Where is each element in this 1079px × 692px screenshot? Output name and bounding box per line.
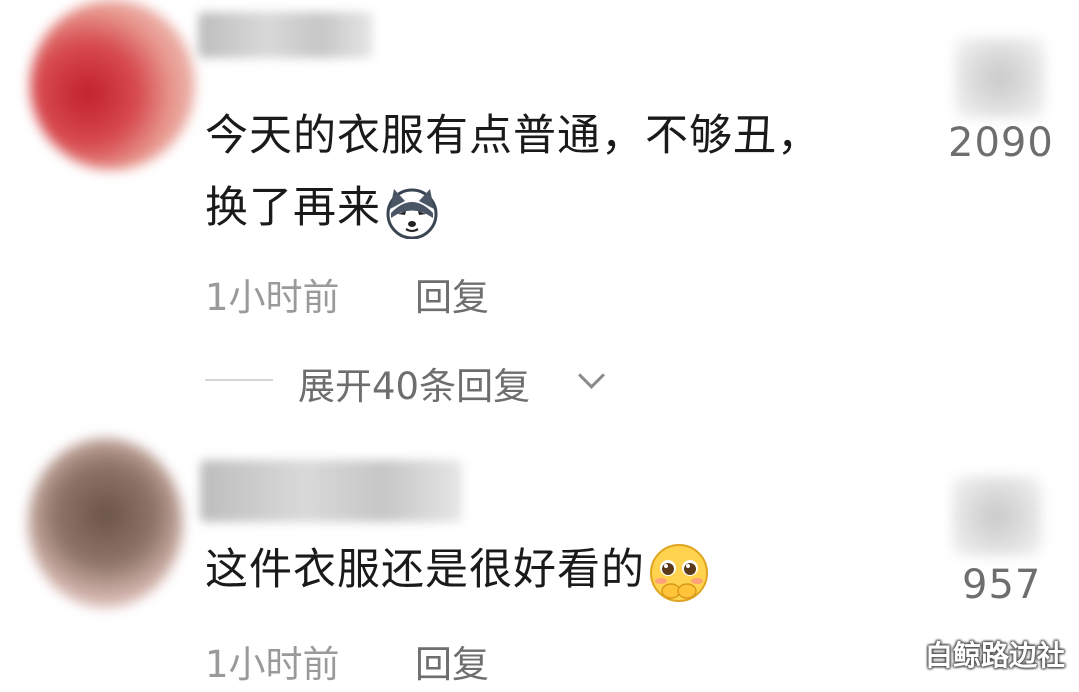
avatar[interactable] [28, 438, 183, 608]
expand-replies-label: 展开40条回复 [298, 365, 531, 408]
comment-time: 1小时前 [205, 276, 340, 319]
like-count: 957 [962, 562, 1042, 608]
comment-text-line-2: 换了再来 [205, 176, 441, 240]
like-count: 2090 [948, 120, 1054, 166]
username-blurred[interactable] [198, 12, 373, 58]
divider-line [205, 379, 273, 381]
like-icon[interactable] [955, 38, 1045, 118]
comment-text: 换了再来 [205, 183, 381, 233]
comment-text-line: 今天的衣服有点普通，不够丑， [205, 111, 821, 161]
reply-button[interactable]: 回复 [415, 267, 489, 321]
reply-button[interactable]: 回复 [415, 634, 489, 688]
like-icon[interactable] [952, 476, 1042, 556]
husky-dog-icon [383, 183, 441, 239]
comment-time: 1小时前 [205, 643, 340, 686]
avatar[interactable] [30, 0, 195, 170]
watermark: 白鲸路边社 [924, 639, 1065, 672]
comment-text: 这件衣服还是很好看的 [205, 545, 645, 595]
comment-text-line: 这件衣服还是很好看的 [205, 538, 711, 605]
username-blurred[interactable] [200, 460, 462, 522]
chevron-down-icon [578, 362, 605, 389]
blushing-face-icon [647, 541, 711, 605]
